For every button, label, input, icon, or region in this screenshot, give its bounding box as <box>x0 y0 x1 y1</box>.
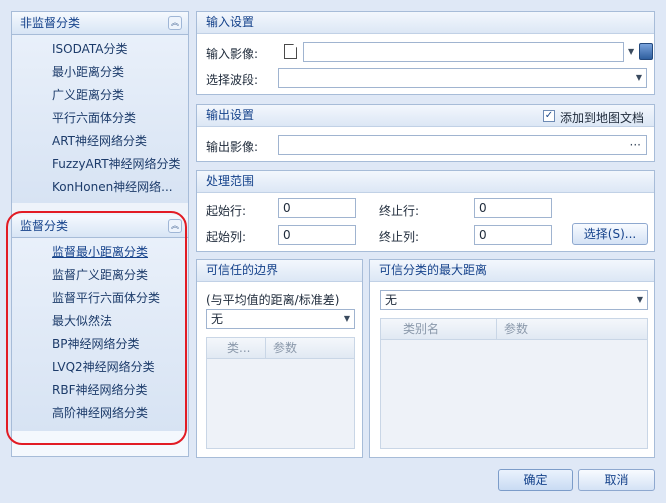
max-distance-value: 无 <box>385 293 398 307</box>
end-col-value: 0 <box>479 228 487 242</box>
output-image-label: 输出影像: <box>206 140 259 154</box>
end-row-label: 终止行: <box>379 204 420 218</box>
supervised-group: 监督分类 ︽ 监督最小距离分类 监督广义距离分类 监督平行六面体分类 最大似然法… <box>12 215 188 431</box>
supervised-group-header[interactable]: 监督分类 ︽ <box>12 215 188 238</box>
collapse-up-icon[interactable]: ︽ <box>168 16 182 30</box>
open-file-icon[interactable] <box>639 43 653 60</box>
processing-range-title: 处理范围 <box>197 171 654 193</box>
grid-column-param: 参数 <box>273 341 298 355</box>
max-distance-grid: 类别名 参数 <box>380 318 648 449</box>
band-label: 选择波段: <box>206 73 259 87</box>
output-image-field[interactable]: ··· <box>278 135 647 155</box>
grid-header: 类别名 参数 <box>381 319 647 340</box>
chevron-down-icon[interactable]: ▼ <box>628 42 634 62</box>
input-image-combo[interactable] <box>303 42 624 62</box>
start-row-value: 0 <box>283 201 291 215</box>
chevron-down-icon: ▼ <box>636 295 643 304</box>
column-divider <box>265 338 266 359</box>
classification-nav-panel: 非监督分类 ︽ ISODATA分类 最小距离分类 广义距离分类 平行六面体分类 … <box>11 11 189 457</box>
nav-item-supervised-general-distance[interactable]: 监督广义距离分类 <box>12 264 188 287</box>
cancel-button[interactable]: 取消 <box>578 469 655 491</box>
chevron-down-icon: ▼ <box>635 73 642 82</box>
input-settings-title: 输入设置 <box>197 12 654 34</box>
max-distance-panel: 可信分类的最大距离 无 ▼ 类别名 参数 <box>369 259 655 458</box>
nav-item-bp-nn[interactable]: BP神经网络分类 <box>12 333 188 356</box>
output-settings-title: 输出设置 <box>206 108 255 122</box>
add-to-map-label: 添加到地图文档 <box>560 111 645 125</box>
grid-column-param: 参数 <box>504 322 529 336</box>
grid-column-class-name: 类别名 <box>403 322 440 336</box>
nav-item-supervised-parallelepiped[interactable]: 监督平行六面体分类 <box>12 287 188 310</box>
processing-range-panel: 处理范围 起始行: 0 终止行: 0 起始列: 0 终止列: 0 选择(S)..… <box>196 170 655 252</box>
browse-ellipsis-icon[interactable]: ··· <box>630 136 641 154</box>
input-settings-panel: 输入设置 输入影像: ▼ 选择波段: ▼ <box>196 11 655 95</box>
nav-item-kohonen-nn[interactable]: KonHonen神经网络... <box>12 176 188 199</box>
column-divider <box>496 319 497 340</box>
nav-item-isodata[interactable]: ISODATA分类 <box>12 38 188 61</box>
nav-item-art-nn[interactable]: ART神经网络分类 <box>12 130 188 153</box>
end-row-input[interactable]: 0 <box>474 198 552 218</box>
trusted-boundary-title: 可信任的边界 <box>197 260 362 282</box>
collapse-up-icon[interactable]: ︽ <box>168 219 182 233</box>
band-select[interactable]: ▼ <box>278 68 647 88</box>
nav-item-lvq2-nn[interactable]: LVQ2神经网络分类 <box>12 356 188 379</box>
input-image-label: 输入影像: <box>206 47 259 61</box>
trusted-boundary-select[interactable]: 无 ▼ <box>206 309 355 329</box>
unsupervised-group-title: 非监督分类 <box>20 16 81 30</box>
nav-item-fuzzyart-nn[interactable]: FuzzyART神经网络分类 <box>12 153 188 176</box>
nav-item-higher-order-nn[interactable]: 高阶神经网络分类 <box>12 402 188 425</box>
grid-column-class: 类... <box>227 341 251 355</box>
start-col-label: 起始列: <box>206 230 247 244</box>
supervised-group-title: 监督分类 <box>20 219 69 233</box>
supervised-item-list: 监督最小距离分类 监督广义距离分类 监督平行六面体分类 最大似然法 BP神经网络… <box>12 238 188 431</box>
max-distance-select[interactable]: 无 ▼ <box>380 290 648 310</box>
start-row-label: 起始行: <box>206 204 247 218</box>
trusted-boundary-panel: 可信任的边界 (与平均值的距离/标准差) 无 ▼ 类... 参数 <box>196 259 363 458</box>
new-file-icon[interactable] <box>284 44 297 59</box>
nav-item-parallelepiped[interactable]: 平行六面体分类 <box>12 107 188 130</box>
end-row-value: 0 <box>479 201 487 215</box>
end-col-label: 终止列: <box>379 230 420 244</box>
start-col-input[interactable]: 0 <box>278 225 356 245</box>
max-distance-title: 可信分类的最大距离 <box>370 260 654 282</box>
trusted-boundary-value: 无 <box>211 312 224 326</box>
trusted-boundary-grid: 类... 参数 <box>206 337 355 449</box>
end-col-input[interactable]: 0 <box>474 225 552 245</box>
add-to-map-checkbox[interactable]: ✓ <box>543 110 555 122</box>
nav-group-gap <box>12 203 188 215</box>
unsupervised-group-header[interactable]: 非监督分类 ︽ <box>12 12 188 35</box>
nav-item-max-likelihood[interactable]: 最大似然法 <box>12 310 188 333</box>
nav-item-general-distance[interactable]: 广义距离分类 <box>12 84 188 107</box>
select-range-button[interactable]: 选择(S)... <box>572 223 648 245</box>
start-col-value: 0 <box>283 228 291 242</box>
nav-item-rbf-nn[interactable]: RBF神经网络分类 <box>12 379 188 402</box>
nav-item-supervised-min-distance[interactable]: 监督最小距离分类 <box>12 241 188 264</box>
ok-button[interactable]: 确定 <box>498 469 573 491</box>
start-row-input[interactable]: 0 <box>278 198 356 218</box>
chevron-down-icon: ▼ <box>343 314 350 323</box>
unsupervised-item-list: ISODATA分类 最小距离分类 广义距离分类 平行六面体分类 ART神经网络分… <box>12 35 188 204</box>
unsupervised-group: 非监督分类 ︽ ISODATA分类 最小距离分类 广义距离分类 平行六面体分类 … <box>12 12 188 204</box>
grid-header: 类... 参数 <box>207 338 354 359</box>
output-settings-panel: 输出设置 ✓ 添加到地图文档 输出影像: ··· <box>196 104 655 162</box>
nav-item-min-distance[interactable]: 最小距离分类 <box>12 61 188 84</box>
trusted-boundary-subtitle: (与平均值的距离/标准差) <box>206 293 340 307</box>
